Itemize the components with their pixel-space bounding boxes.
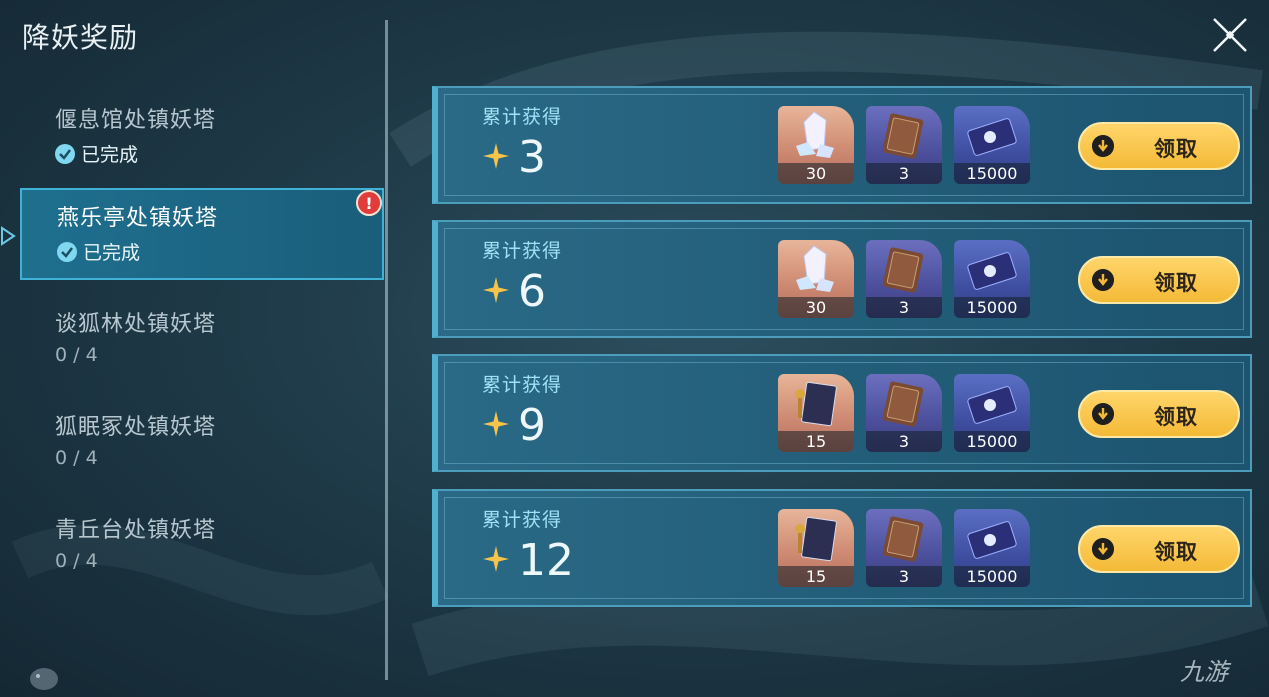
reward-item[interactable]: 3 xyxy=(866,374,942,452)
claim-button[interactable]: 领取 xyxy=(1078,525,1240,573)
sidebar-item-label: 狐眠冢处镇妖塔 xyxy=(55,415,217,440)
item-quantity: 15000 xyxy=(954,431,1030,452)
selection-arrow-icon xyxy=(1,226,16,246)
reward-card: 累计获得 12 15 3 15000 领取 xyxy=(432,489,1252,607)
progress-text: 0 / 4 xyxy=(55,344,98,366)
item-quantity: 15 xyxy=(778,431,854,452)
item-quantity: 15000 xyxy=(954,297,1030,318)
item-quantity: 15 xyxy=(778,566,854,587)
star-icon xyxy=(483,546,509,572)
claim-button[interactable]: 领取 xyxy=(1078,256,1240,304)
reward-item[interactable]: 15000 xyxy=(954,509,1030,587)
download-arrow-icon xyxy=(1092,538,1114,560)
reward-item[interactable]: 3 xyxy=(866,106,942,184)
status-text: 已完成 xyxy=(81,144,139,166)
star-count: 9 xyxy=(518,400,546,451)
watermark-logo: 九游 xyxy=(1180,658,1228,686)
claim-label: 领取 xyxy=(1154,405,1198,429)
claim-button[interactable]: 领取 xyxy=(1078,122,1240,170)
cumulative-label: 累计获得 xyxy=(482,240,563,262)
sidebar-item-yanleting[interactable]: 燕乐亭处镇妖塔 已完成 ! xyxy=(20,188,384,280)
progress-text: 0 / 4 xyxy=(55,550,98,572)
check-icon xyxy=(55,143,75,164)
reward-item[interactable]: 3 xyxy=(866,509,942,587)
status-completed: 已完成 xyxy=(55,140,138,167)
item-quantity: 15000 xyxy=(954,566,1030,587)
sidebar-item-tanhulin[interactable]: 谈狐林处镇妖塔 0 / 4 xyxy=(20,296,384,388)
page-title: 降妖奖励 xyxy=(22,21,139,54)
sidebar-item-label: 偃息馆处镇妖塔 xyxy=(55,108,217,133)
star-icon xyxy=(483,277,509,303)
panel-divider xyxy=(385,20,388,680)
sidebar-item-label: 谈狐林处镇妖塔 xyxy=(55,312,217,337)
star-count: 12 xyxy=(518,535,574,586)
claim-label: 领取 xyxy=(1154,271,1198,295)
sidebar-item-qingqiutai[interactable]: 青丘台处镇妖塔 0 / 4 xyxy=(20,502,384,594)
item-quantity: 3 xyxy=(866,566,942,587)
cumulative-label: 累计获得 xyxy=(482,374,563,396)
cumulative-label: 累计获得 xyxy=(482,106,563,128)
status-completed: 已完成 xyxy=(57,238,140,265)
reward-item[interactable]: 15 xyxy=(778,509,854,587)
star-count: 3 xyxy=(518,132,546,183)
status-text: 已完成 xyxy=(83,242,141,264)
sidebar-item-label: 燕乐亭处镇妖塔 xyxy=(57,206,219,231)
progress-text: 0 / 4 xyxy=(55,447,98,469)
download-arrow-icon xyxy=(1092,403,1114,425)
reward-item[interactable]: 15000 xyxy=(954,106,1030,184)
reward-item[interactable]: 30 xyxy=(778,106,854,184)
close-icon[interactable] xyxy=(1210,15,1250,55)
reward-card: 累计获得 6 30 3 15000 领取 xyxy=(432,220,1252,338)
reward-item[interactable]: 15000 xyxy=(954,374,1030,452)
item-quantity: 30 xyxy=(778,297,854,318)
sidebar-item-label: 青丘台处镇妖塔 xyxy=(55,518,217,543)
item-quantity: 15000 xyxy=(954,163,1030,184)
reward-item[interactable]: 15000 xyxy=(954,240,1030,318)
item-quantity: 30 xyxy=(778,163,854,184)
item-quantity: 3 xyxy=(866,431,942,452)
reward-item[interactable]: 3 xyxy=(866,240,942,318)
item-quantity: 3 xyxy=(866,297,942,318)
sidebar-item-humianzhong[interactable]: 狐眠冢处镇妖塔 0 / 4 xyxy=(20,399,384,491)
sidebar-item-yanxiguan[interactable]: 偃息馆处镇妖塔 已完成 xyxy=(20,92,384,184)
star-icon xyxy=(483,143,509,169)
reward-card: 累计获得 9 15 3 15000 领取 xyxy=(432,354,1252,472)
claim-label: 领取 xyxy=(1154,137,1198,161)
mascot-icon xyxy=(30,668,58,690)
reward-item[interactable]: 30 xyxy=(778,240,854,318)
reward-card: 累计获得 3 30 3 15000 领取 xyxy=(432,86,1252,204)
star-icon xyxy=(483,411,509,437)
alert-badge: ! xyxy=(356,190,382,216)
reward-item[interactable]: 15 xyxy=(778,374,854,452)
download-arrow-icon xyxy=(1092,269,1114,291)
claim-button[interactable]: 领取 xyxy=(1078,390,1240,438)
claim-label: 领取 xyxy=(1154,540,1198,564)
cumulative-label: 累计获得 xyxy=(482,509,563,531)
check-icon xyxy=(57,241,77,262)
star-count: 6 xyxy=(518,266,546,317)
download-arrow-icon xyxy=(1092,135,1114,157)
item-quantity: 3 xyxy=(866,163,942,184)
